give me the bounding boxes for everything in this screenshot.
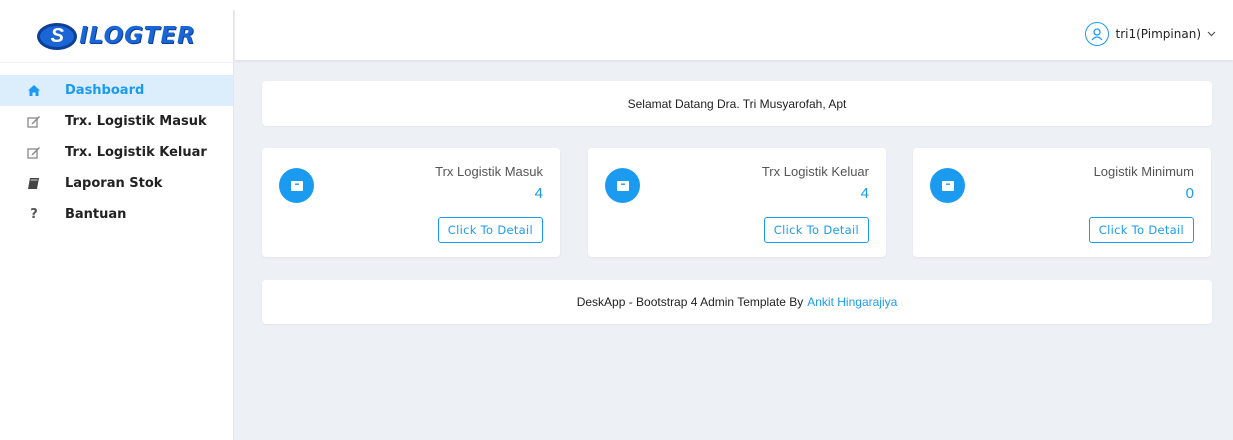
stat-card-logistik-minimum: Logistik Minimum 0 Click To Detail [913, 148, 1211, 257]
click-to-detail-button[interactable]: Click To Detail [1088, 217, 1194, 243]
sidebar-item-label: Dashboard [65, 83, 145, 98]
stat-value: 4 [860, 185, 869, 202]
logo-mark: S [37, 22, 78, 50]
edit-icon [27, 115, 41, 129]
user-icon [1084, 22, 1109, 46]
chevron-down-icon [1207, 31, 1216, 37]
stat-value: 4 [534, 185, 543, 202]
sidebar-item-bantuan[interactable]: ? Bantuan [0, 199, 233, 230]
archive-icon [930, 168, 965, 203]
edit-icon [27, 146, 41, 160]
user-menu[interactable]: tri1(Pimpinan) [1084, 22, 1216, 46]
book-icon [27, 177, 41, 191]
footer-text: DeskApp - Bootstrap 4 Admin Template By [576, 295, 804, 309]
stat-card-logistik-masuk: Trx Logistik Masuk 4 Click To Detail [262, 148, 560, 257]
sidebar-item-trx-logistik-keluar[interactable]: Trx. Logistik Keluar [0, 137, 233, 168]
sidebar-item-label: Bantuan [65, 207, 127, 222]
welcome-card: Selamat Datang Dra. Tri Musyarofah, Apt [262, 81, 1212, 126]
logo-text: ILOGTER [79, 23, 196, 49]
footer-card: DeskApp - Bootstrap 4 Admin Template By … [262, 280, 1212, 324]
archive-icon [279, 168, 314, 203]
sidebar-item-laporan-stok[interactable]: Laporan Stok [0, 168, 233, 199]
sidebar-item-label: Trx. Logistik Masuk [65, 114, 207, 129]
sidebar-item-dashboard[interactable]: Dashboard [0, 75, 233, 106]
sidebar-item-trx-logistik-masuk[interactable]: Trx. Logistik Masuk [0, 106, 233, 137]
top-strip [0, 0, 1233, 10]
stat-title: Trx Logistik Masuk [435, 164, 543, 179]
user-name: tri1(Pimpinan) [1115, 27, 1201, 41]
click-to-detail-button[interactable]: Click To Detail [437, 217, 543, 243]
welcome-text: Selamat Datang Dra. Tri Musyarofah, Apt [627, 96, 847, 111]
archive-icon [605, 168, 640, 203]
click-to-detail-button[interactable]: Click To Detail [763, 217, 869, 243]
stat-title: Logistik Minimum [1093, 164, 1194, 179]
stat-title: Trx Logistik Keluar [761, 164, 869, 179]
sidebar-menu: Dashboard Trx. Logistik Masuk Trx. Logis… [0, 75, 233, 230]
sidebar-item-label: Laporan Stok [65, 176, 163, 191]
stat-card-logistik-keluar: Trx Logistik Keluar 4 Click To Detail [588, 148, 886, 257]
sidebar: S ILOGTER Dashboard Trx. Logistik Masuk … [0, 10, 234, 440]
footer-author-link[interactable]: Ankit Hingarajiya [807, 295, 897, 309]
question-icon: ? [30, 207, 38, 222]
logo[interactable]: S ILOGTER [37, 22, 196, 50]
home-icon [27, 84, 41, 98]
stat-value: 0 [1185, 185, 1194, 202]
logo-area: S ILOGTER [0, 10, 233, 63]
sidebar-item-label: Trx. Logistik Keluar [65, 145, 207, 160]
top-header: tri1(Pimpinan) [235, 10, 1233, 60]
